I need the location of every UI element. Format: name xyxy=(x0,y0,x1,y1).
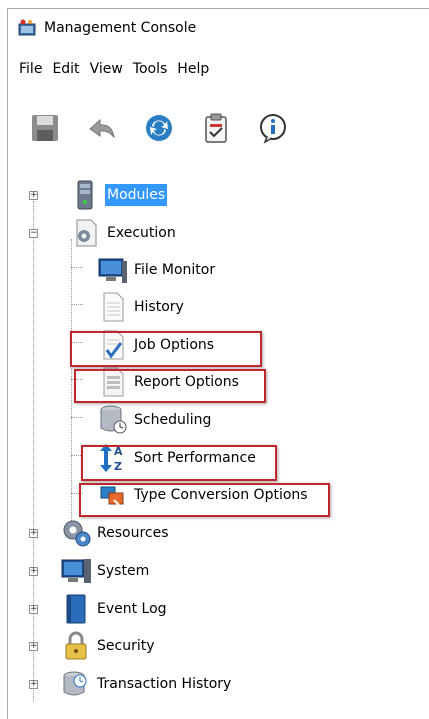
tree-root-line xyxy=(33,201,34,701)
clipboard-button[interactable] xyxy=(199,111,233,145)
info-icon xyxy=(260,114,286,144)
tree-item-event-log[interactable]: + Event Log xyxy=(27,593,169,625)
highlight-box-report-options xyxy=(74,369,266,403)
menu-help[interactable]: Help xyxy=(172,61,214,83)
tree-item-history[interactable]: History xyxy=(98,291,186,323)
tree-label-modules: Modules xyxy=(105,184,168,206)
highlight-box-type-conversion-options xyxy=(79,483,330,517)
tree-item-modules[interactable]: + Modules xyxy=(27,179,168,211)
gear-document-icon xyxy=(71,218,101,248)
menu-tools[interactable]: Tools xyxy=(128,61,173,83)
server-icon xyxy=(71,180,101,210)
clipboard-icon xyxy=(205,113,227,143)
gears-icon xyxy=(61,518,91,548)
log-book-icon xyxy=(61,594,91,624)
database-clock-icon xyxy=(98,405,128,435)
refresh-icon xyxy=(146,115,172,141)
computer-icon xyxy=(61,556,91,586)
tree-item-file-monitor[interactable]: File Monitor xyxy=(98,254,217,286)
database-history-icon xyxy=(61,669,91,699)
tree-execution-line xyxy=(71,239,72,531)
menu-bar: File Edit View Tools Help xyxy=(8,61,214,83)
collapse-toggle[interactable]: − xyxy=(29,229,38,238)
expand-toggle[interactable]: + xyxy=(29,529,38,538)
tree-label-resources: Resources xyxy=(97,525,169,541)
refresh-button[interactable] xyxy=(142,111,176,145)
tree-branch xyxy=(71,417,83,418)
tree-label-security: Security xyxy=(97,638,155,654)
tree-label-scheduling: Scheduling xyxy=(134,412,212,428)
expand-toggle[interactable]: + xyxy=(29,191,38,200)
menu-view[interactable]: View xyxy=(85,61,128,83)
expand-toggle[interactable]: + xyxy=(29,642,38,651)
tree-item-execution[interactable]: − Execution xyxy=(27,217,178,249)
tree-label-file-monitor: File Monitor xyxy=(134,262,216,278)
tree-label-history: History xyxy=(134,299,184,315)
toolbar xyxy=(8,104,429,152)
app-icon xyxy=(18,19,36,37)
tree-label-system: System xyxy=(97,563,150,579)
info-button[interactable] xyxy=(256,111,290,145)
back-icon xyxy=(89,118,115,139)
document-icon xyxy=(98,292,128,322)
tree-item-scheduling[interactable]: Scheduling xyxy=(98,404,213,436)
tree-label-event-log: Event Log xyxy=(97,601,167,617)
save-button[interactable] xyxy=(28,111,62,145)
expand-toggle[interactable]: + xyxy=(29,605,38,614)
highlight-box-job-options xyxy=(70,331,262,367)
expand-toggle[interactable]: + xyxy=(29,680,38,689)
highlight-box-sort-performance xyxy=(81,445,277,481)
monitor-icon xyxy=(98,255,128,285)
tree-label-execution: Execution xyxy=(107,225,176,241)
save-icon xyxy=(32,115,58,141)
menu-edit[interactable]: Edit xyxy=(47,61,84,83)
title-bar: Management Console xyxy=(8,9,429,47)
tree-item-resources[interactable]: + Resources xyxy=(27,517,171,549)
tree-branch xyxy=(71,304,83,305)
tree-item-transaction-history[interactable]: + Transaction History xyxy=(27,668,233,700)
tree-item-security[interactable]: + Security xyxy=(27,630,157,662)
tree-branch xyxy=(71,267,83,268)
menu-file[interactable]: File xyxy=(14,61,47,83)
lock-icon xyxy=(61,631,91,661)
tree-item-system[interactable]: + System xyxy=(27,555,151,587)
window-title: Management Console xyxy=(44,20,197,36)
back-button[interactable] xyxy=(85,111,119,145)
expand-toggle[interactable]: + xyxy=(29,567,38,576)
tree-label-transaction-history: Transaction History xyxy=(97,676,232,692)
management-console-window: Management Console File Edit View Tools … xyxy=(7,8,429,719)
